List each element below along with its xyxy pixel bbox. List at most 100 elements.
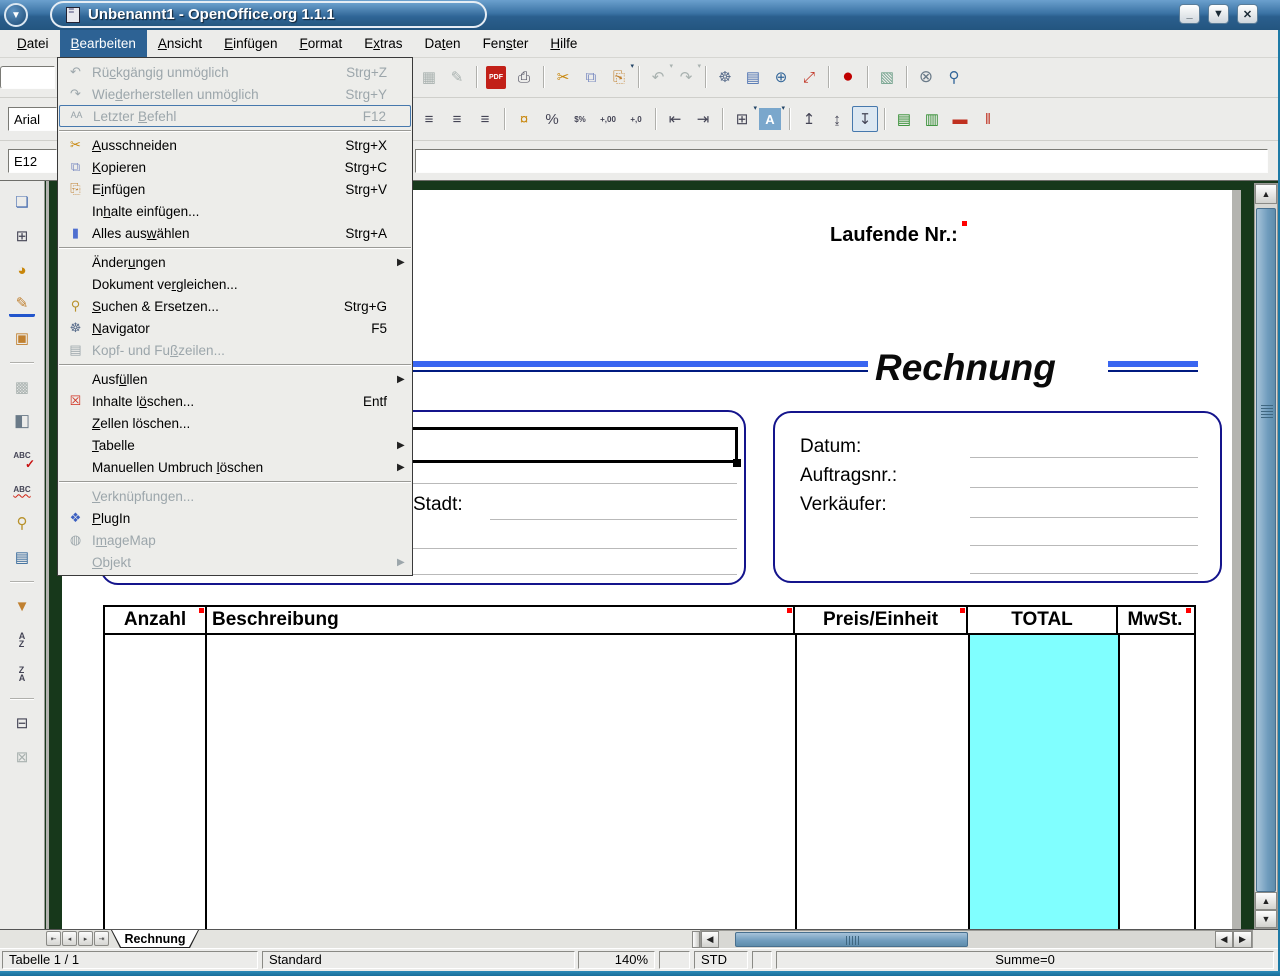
align-top-icon[interactable]: ↥ xyxy=(796,106,822,132)
hyperlink-icon[interactable]: ⊕ xyxy=(768,64,794,90)
menu-item-delete-cells[interactable]: Zellen löschen... xyxy=(59,412,411,434)
borders-icon[interactable]: ⊞▾ xyxy=(729,106,755,132)
menu-fenster[interactable]: Fenster xyxy=(472,30,540,57)
menu-extras[interactable]: Extras xyxy=(353,30,413,57)
horizontal-scroll-thumb[interactable] xyxy=(735,932,968,947)
sort-ascending-icon[interactable]: A Z xyxy=(9,627,35,653)
menu-item-paste[interactable]: ⎘ Einfügen Strg+V xyxy=(59,178,411,200)
currency-format-icon[interactable]: ¤ xyxy=(511,106,537,132)
maximize-button[interactable]: ▼ xyxy=(1208,4,1229,24)
selection-handle[interactable] xyxy=(733,459,741,467)
percent-format-icon[interactable]: % xyxy=(539,106,565,132)
menu-item-paste-special[interactable]: Inhalte einfügen... xyxy=(59,200,411,222)
insert-object-icon[interactable]: ◕ xyxy=(9,257,35,283)
selection-mode-field[interactable]: STD xyxy=(694,951,748,969)
delete-rows-icon[interactable]: ▬ xyxy=(947,106,973,132)
decrease-indent-icon[interactable]: ⇤ xyxy=(662,106,688,132)
menu-daten[interactable]: Daten xyxy=(414,30,472,57)
standard-format-icon[interactable]: $% xyxy=(567,106,593,132)
horizontal-scrollbar[interactable]: ◀ ◀ ▶ xyxy=(700,930,1253,949)
page-preview-icon[interactable]: ⚲ xyxy=(941,64,967,90)
scroll-up-button[interactable]: ▲ xyxy=(1255,184,1277,204)
menu-item-find-replace[interactable]: ⚲ Suchen & Ersetzen... Strg+G xyxy=(59,295,411,317)
cut-icon[interactable]: ✂ xyxy=(550,64,576,90)
zoom-field[interactable]: 140% xyxy=(578,951,655,969)
undo-icon[interactable]: ↶▾ xyxy=(645,64,671,90)
close-button[interactable]: ✕ xyxy=(1237,4,1258,24)
form-functions-icon[interactable]: ▣ xyxy=(9,325,35,351)
themes-icon[interactable]: ◧ xyxy=(9,408,35,434)
align-bottom-icon[interactable]: ↧ xyxy=(852,106,878,132)
last-sheet-button[interactable]: ⇥ xyxy=(94,931,109,946)
scroll-up-button-bottom[interactable]: ▲ xyxy=(1255,892,1277,910)
menu-item-cut[interactable]: ✂ Ausschneiden Strg+X xyxy=(59,134,411,156)
print-icon[interactable]: ⎙ xyxy=(511,64,537,90)
autospellcheck-icon[interactable]: ABC xyxy=(9,476,35,502)
scroll-right-button[interactable]: ▶ xyxy=(1233,931,1252,948)
spellcheck-icon[interactable]: ABC✓ xyxy=(9,442,35,468)
sort-descending-icon[interactable]: Z A xyxy=(9,661,35,687)
menu-datei[interactable]: Datei xyxy=(6,30,60,57)
menu-format[interactable]: Format xyxy=(288,30,353,57)
menu-item-copy[interactable]: ⧉ Kopieren Strg+C xyxy=(59,156,411,178)
pane-splitter[interactable] xyxy=(692,931,700,948)
align-center-icon[interactable]: ≡ xyxy=(416,106,442,132)
scroll-left-button[interactable]: ◀ xyxy=(701,931,719,948)
autoformat-icon[interactable]: ▩ xyxy=(9,374,35,400)
menu-einfuegen[interactable]: Einfügen xyxy=(213,30,288,57)
menu-item-changes[interactable]: Änderungen ▶ xyxy=(59,251,411,273)
add-decimal-icon[interactable]: +,00 xyxy=(595,106,621,132)
insert-rows-icon[interactable]: ▤ xyxy=(891,106,917,132)
menu-item-sheet[interactable]: Tabelle ▶ xyxy=(59,434,411,456)
ungroup-icon[interactable]: ⊠ xyxy=(9,744,35,770)
menu-item-delete-manual-break[interactable]: Manuellen Umbruch löschen ▶ xyxy=(59,456,411,478)
search-icon[interactable]: ⚲ xyxy=(9,510,35,536)
insert-mode-field[interactable] xyxy=(659,951,690,969)
navigator-icon[interactable]: ☸ xyxy=(712,64,738,90)
delete-columns-icon[interactable]: ‖ xyxy=(975,106,1001,132)
edit-file-icon[interactable]: ✎ xyxy=(444,64,470,90)
align-vcenter-icon[interactable]: ↨ xyxy=(824,106,850,132)
url-load-field[interactable] xyxy=(0,66,55,89)
menu-item-navigator[interactable]: ☸ Navigator F5 xyxy=(59,317,411,339)
cell-reference-box[interactable]: E12 xyxy=(8,149,57,173)
insert-columns-icon[interactable]: ▥ xyxy=(919,106,945,132)
stylist-icon[interactable]: ▤ xyxy=(740,64,766,90)
record-icon[interactable]: ● xyxy=(835,64,861,90)
minimize-button[interactable]: _ xyxy=(1179,4,1200,24)
autofilter-icon[interactable]: ▼ xyxy=(9,593,35,619)
menu-item-delete-contents[interactable]: ☒ Inhalte löschen... Entf xyxy=(59,390,411,412)
menu-item-select-all[interactable]: ▮ Alles auswählen Strg+A xyxy=(59,222,411,244)
increase-indent-icon[interactable]: ⇥ xyxy=(690,106,716,132)
sum-field[interactable]: Summe=0 xyxy=(776,951,1274,969)
window-menu-button[interactable]: ▼ xyxy=(4,3,28,27)
paste-icon[interactable]: ⎘▾ xyxy=(606,64,632,90)
gallery-icon[interactable]: ▧ xyxy=(874,64,900,90)
group-icon[interactable]: ⊟ xyxy=(9,710,35,736)
menu-item-fill[interactable]: Ausfüllen ▶ xyxy=(59,368,411,390)
align-justify-icon[interactable]: ≡ xyxy=(472,106,498,132)
menu-hilfe[interactable]: Hilfe xyxy=(539,30,588,57)
menu-item-compare-document[interactable]: Dokument vergleichen... xyxy=(59,273,411,295)
background-color-icon[interactable]: A▾ xyxy=(757,106,783,132)
previous-sheet-button[interactable]: ◂ xyxy=(62,931,77,946)
vertical-scroll-thumb[interactable] xyxy=(1256,208,1276,892)
save-icon[interactable]: ▦ xyxy=(416,64,442,90)
align-right-icon[interactable]: ≡ xyxy=(444,106,470,132)
insert-cells-icon[interactable]: ⊞ xyxy=(9,223,35,249)
menu-bearbeiten[interactable]: Bearbeiten xyxy=(60,30,147,57)
font-name-box[interactable]: Arial xyxy=(8,107,57,131)
scroll-down-button[interactable]: ▼ xyxy=(1255,910,1277,928)
copy-icon[interactable]: ⧉ xyxy=(578,64,604,90)
export-pdf-icon[interactable]: PDF xyxy=(486,66,506,89)
sheet-tab[interactable]: Rechnung xyxy=(111,930,199,948)
redo-icon[interactable]: ↷▾ xyxy=(673,64,699,90)
next-sheet-button[interactable]: ▸ xyxy=(78,931,93,946)
zoom-icon[interactable]: ⤢ xyxy=(796,64,822,90)
menu-ansicht[interactable]: Ansicht xyxy=(147,30,213,57)
draw-functions-icon[interactable]: ✎ xyxy=(9,291,35,317)
delete-decimal-icon[interactable]: +,0 xyxy=(623,106,649,132)
menu-item-plugin[interactable]: ❖ PlugIn xyxy=(59,507,411,529)
first-sheet-button[interactable]: ⇤ xyxy=(46,931,61,946)
page-style-field[interactable]: Standard xyxy=(262,951,575,969)
